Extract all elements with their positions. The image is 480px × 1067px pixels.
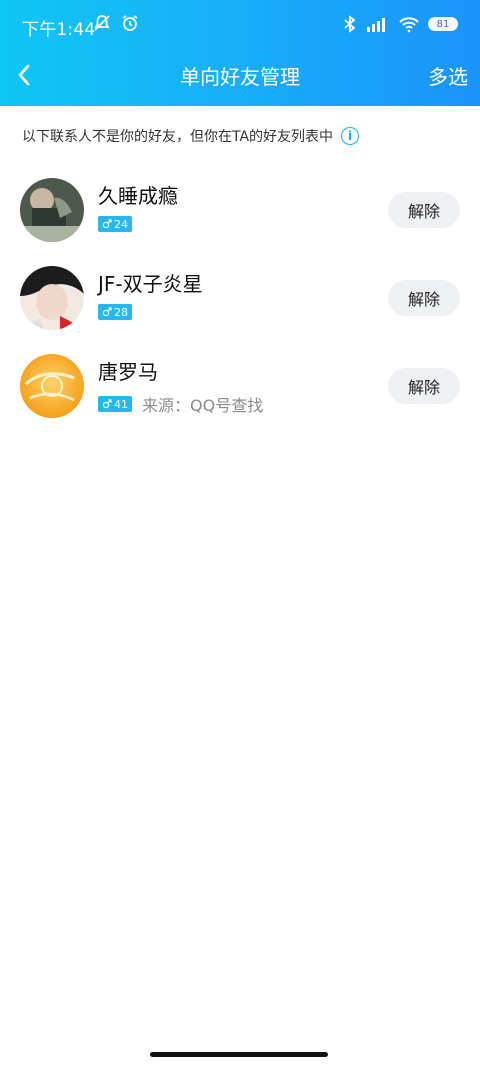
gender-age-badge: 41 — [98, 396, 132, 412]
signal-icon — [367, 18, 385, 32]
nav-bar: 单向好友管理 多选 — [0, 50, 480, 102]
contact-name: 久睡成瘾 — [98, 184, 178, 208]
contact-source: 来源：QQ号查找 — [142, 396, 264, 415]
remove-button[interactable]: 解除 — [388, 192, 460, 228]
male-icon — [102, 219, 112, 229]
gender-age-badge: 24 — [98, 216, 132, 232]
screen: 下午1:44 81 单向好友管理 多选 以下联系人不是你的好友，但你在TA的好友… — [0, 0, 480, 1067]
multi-select-button[interactable]: 多选 — [428, 61, 468, 90]
age-text: 24 — [114, 217, 128, 231]
status-time: 下午1:44 — [22, 20, 96, 40]
contact-item[interactable]: 唐罗马 41 来源：QQ号查找 解除 — [0, 354, 480, 442]
hint-text: 以下联系人不是你的好友，但你在TA的好友列表中 — [22, 129, 334, 145]
top-bar: 下午1:44 81 单向好友管理 多选 — [0, 0, 480, 106]
contact-meta: 28 — [98, 304, 132, 320]
remove-button[interactable]: 解除 — [388, 280, 460, 316]
avatar — [20, 354, 84, 418]
avatar — [20, 266, 84, 330]
contact-name: 唐罗马 — [98, 360, 158, 384]
battery-level: 81 — [436, 18, 450, 30]
contact-meta: 24 — [98, 216, 132, 232]
info-icon[interactable]: i — [341, 127, 360, 145]
battery-indicator: 81 — [428, 17, 458, 31]
wifi-icon — [399, 17, 419, 33]
bluetooth-icon — [344, 15, 356, 33]
male-icon — [102, 399, 112, 409]
contact-item[interactable]: JF-双子炎星 28 解除 — [0, 266, 480, 354]
alarm-icon — [122, 15, 138, 31]
hint-row: 以下联系人不是你的好友，但你在TA的好友列表中 i — [22, 126, 462, 146]
notification-off-icon — [94, 15, 110, 31]
remove-button[interactable]: 解除 — [388, 368, 460, 404]
avatar — [20, 178, 84, 242]
contact-item[interactable]: 久睡成瘾 24 解除 — [0, 178, 480, 266]
status-right-icons: 81 — [342, 14, 458, 34]
status-bar: 下午1:44 81 — [0, 0, 480, 50]
contact-meta: 41 来源：QQ号查找 — [98, 392, 263, 416]
status-left-icons — [92, 13, 140, 33]
page-title: 单向好友管理 — [180, 65, 300, 89]
contact-name: JF-双子炎星 — [98, 272, 203, 296]
male-icon — [102, 307, 112, 317]
age-text: 41 — [114, 397, 128, 411]
gender-age-badge: 28 — [98, 304, 132, 320]
age-text: 28 — [114, 305, 128, 319]
home-indicator[interactable] — [150, 1052, 328, 1057]
